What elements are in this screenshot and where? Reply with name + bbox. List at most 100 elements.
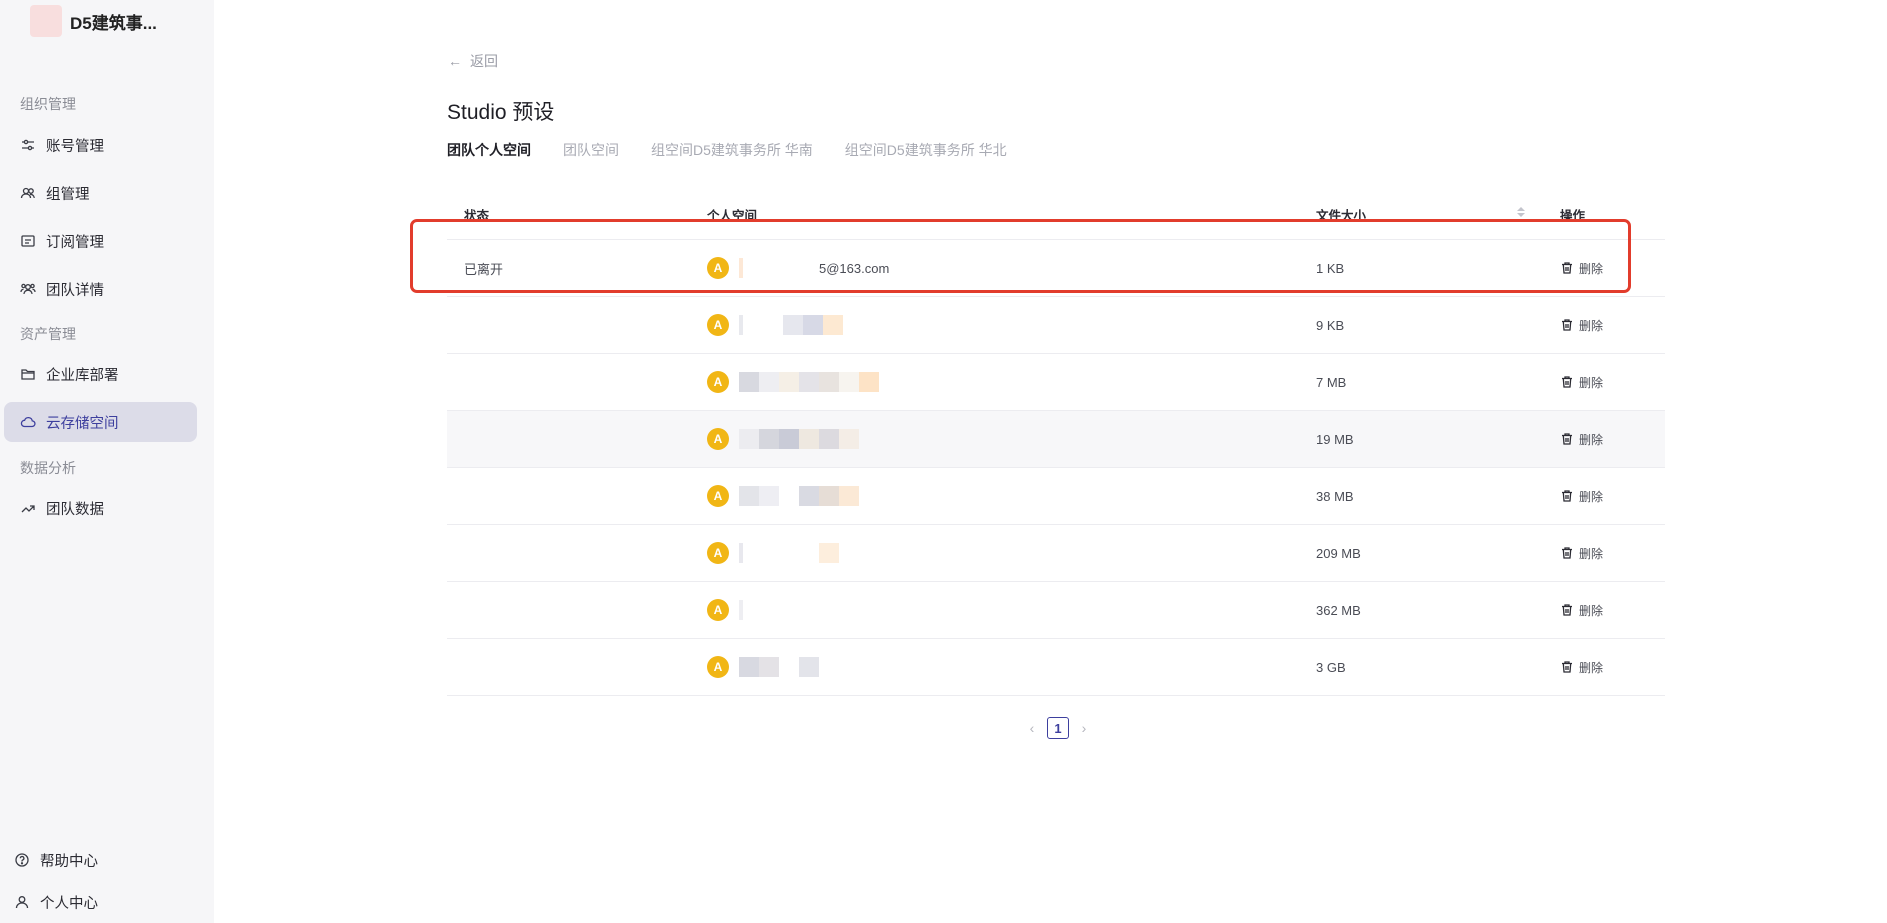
users-icon — [20, 185, 36, 201]
delete-button[interactable]: 删除 — [1560, 582, 1603, 638]
delete-label: 删除 — [1579, 375, 1604, 390]
section-title-assets: 资产管理 — [20, 326, 76, 342]
help-center-link[interactable]: 帮助中心 — [0, 845, 214, 875]
column-header-status: 状态 — [464, 209, 490, 223]
page-1-button[interactable]: 1 — [1047, 717, 1069, 739]
size-cell: 209 MB — [1316, 545, 1361, 561]
sidebar-item-team-details[interactable]: 团队详情 — [4, 269, 197, 309]
size-cell: 38 MB — [1316, 488, 1354, 504]
size-cell: 1 KB — [1316, 260, 1345, 276]
trash-icon — [1560, 432, 1574, 446]
delete-button[interactable]: 删除 — [1560, 525, 1603, 581]
table-row: A 362 MB 删除 — [447, 582, 1665, 639]
sidebar-item-label: 订阅管理 — [46, 234, 104, 251]
sidebar-item-label: 账号管理 — [46, 138, 104, 155]
sidebar-item-groups[interactable]: 组管理 — [4, 173, 197, 213]
tab-group-north[interactable]: 组空间D5建筑事务所 华北 — [845, 140, 1007, 160]
space-cell: A — [707, 297, 843, 353]
avatar: A — [707, 656, 729, 678]
tab-group-south[interactable]: 组空间D5建筑事务所 华南 — [651, 140, 813, 160]
delete-label: 删除 — [1579, 261, 1604, 276]
delete-button[interactable]: 删除 — [1560, 240, 1603, 296]
help-center-label: 帮助中心 — [40, 853, 98, 870]
redacted-block — [739, 258, 819, 278]
column-header-ops: 操作 — [1560, 209, 1586, 223]
page-title: Studio 预设 — [447, 101, 555, 124]
avatar: A — [707, 542, 729, 564]
personal-center-link[interactable]: 个人中心 — [0, 887, 214, 917]
delete-label: 删除 — [1579, 318, 1604, 333]
section-title-analytics: 数据分析 — [20, 460, 76, 476]
org-logo — [30, 5, 62, 37]
table-row: A 9 KB 删除 — [447, 297, 1665, 354]
sidebar-item-accounts[interactable]: 账号管理 — [4, 125, 197, 165]
org-switcher[interactable]: D5建筑事... — [30, 4, 157, 38]
back-link[interactable]: ← 返回 — [448, 51, 498, 71]
sidebar-item-cloud-storage[interactable]: 云存储空间 — [4, 402, 197, 442]
tab-bar: 团队个人空间 团队空间 组空间D5建筑事务所 华南 组空间D5建筑事务所 华北 — [447, 140, 1039, 160]
trash-icon — [1560, 375, 1574, 389]
delete-button[interactable]: 删除 — [1560, 354, 1603, 410]
column-header-space: 个人空间 — [707, 209, 758, 223]
trash-icon — [1560, 489, 1574, 503]
size-cell: 362 MB — [1316, 602, 1361, 618]
trash-icon — [1560, 318, 1574, 332]
sidebar-item-label: 云存储空间 — [46, 415, 119, 432]
table-row: 已离开 A 5@163.com 1 KB 删除 — [447, 240, 1665, 297]
redacted-block — [739, 429, 859, 449]
trash-icon — [1560, 603, 1574, 617]
prev-page-button[interactable]: ‹ — [1025, 720, 1039, 736]
redacted-block — [739, 372, 879, 392]
redacted-block — [739, 657, 819, 677]
redacted-block — [739, 543, 839, 563]
delete-label: 删除 — [1579, 660, 1604, 675]
delete-button[interactable]: 删除 — [1560, 468, 1603, 524]
size-cell: 9 KB — [1316, 317, 1345, 333]
tab-team-personal[interactable]: 团队个人空间 — [447, 140, 531, 160]
sidebar-item-enterprise-library[interactable]: 企业库部署 — [4, 354, 197, 394]
redacted-block — [739, 600, 843, 620]
avatar: A — [707, 257, 729, 279]
delete-button[interactable]: 删除 — [1560, 297, 1603, 353]
pagination: ‹ 1 › — [1025, 717, 1091, 739]
sidebar-item-subscription[interactable]: 订阅管理 — [4, 221, 197, 261]
sliders-icon — [20, 137, 36, 153]
tab-team-space[interactable]: 团队空间 — [563, 140, 619, 160]
personal-center-label: 个人中心 — [40, 895, 98, 912]
next-page-button[interactable]: › — [1077, 720, 1091, 736]
space-cell: A — [707, 411, 859, 467]
delete-label: 删除 — [1579, 489, 1604, 504]
size-cell: 3 GB — [1316, 659, 1346, 675]
avatar: A — [707, 485, 729, 507]
table-row: A 19 MB 删除 — [447, 411, 1665, 468]
person-icon — [14, 894, 30, 910]
email-text: 5@163.com — [819, 260, 890, 276]
sidebar-item-label: 组管理 — [46, 186, 90, 203]
back-label: 返回 — [470, 53, 498, 69]
status-cell: 已离开 — [464, 261, 504, 277]
trash-icon — [1560, 261, 1574, 275]
cloud-icon — [20, 414, 36, 430]
space-cell: A — [707, 582, 843, 638]
table-row: A 7 MB 删除 — [447, 354, 1665, 411]
section-title-org: 组织管理 — [20, 96, 76, 112]
delete-label: 删除 — [1579, 603, 1604, 618]
table-row: A 209 MB 删除 — [447, 525, 1665, 582]
trash-icon — [1560, 660, 1574, 674]
delete-button[interactable]: 删除 — [1560, 411, 1603, 467]
sidebar-item-label: 团队详情 — [46, 282, 104, 299]
space-cell: A — [707, 354, 879, 410]
table-header: 状态 个人空间 文件大小 操作 — [447, 199, 1665, 240]
delete-label: 删除 — [1579, 546, 1604, 561]
table-row: A 3 GB 删除 — [447, 639, 1665, 696]
sidebar-item-label: 团队数据 — [46, 501, 104, 518]
space-cell: A 5@163.com — [707, 240, 889, 296]
trend-icon — [20, 500, 36, 516]
delete-button[interactable]: 删除 — [1560, 639, 1603, 695]
card-icon — [20, 233, 36, 249]
sidebar-item-label: 企业库部署 — [46, 367, 119, 384]
sidebar-item-team-data[interactable]: 团队数据 — [4, 488, 197, 528]
space-cell: A — [707, 639, 819, 695]
delete-label: 删除 — [1579, 432, 1604, 447]
sort-icon[interactable] — [1516, 205, 1526, 219]
